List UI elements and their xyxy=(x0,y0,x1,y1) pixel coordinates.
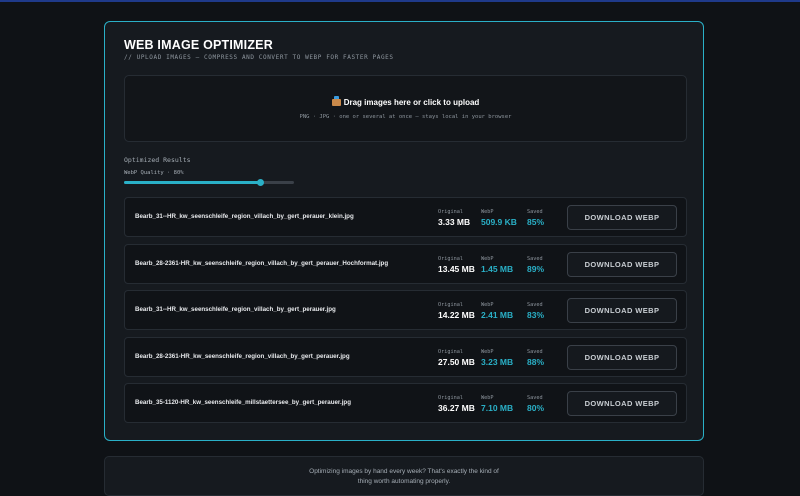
download-webp-button[interactable]: DOWNLOAD WEBP xyxy=(567,344,677,370)
footer-card: Optimizing images by hand every week? Th… xyxy=(104,456,704,496)
original-size: 3.33 MB xyxy=(438,217,471,227)
original-label: Original xyxy=(438,395,463,401)
file-name: Bearb_31--HR_kw_seenschleife_region_vill… xyxy=(135,213,354,220)
webp-size: 1.45 MB xyxy=(481,263,514,274)
original-size-stat: Original 14.22 MB xyxy=(438,302,475,320)
webp-size: 509.9 KB xyxy=(481,217,517,227)
webp-size: 7.10 MB xyxy=(481,403,514,413)
page-subtitle: // UPLOAD IMAGES — COMPRESS AND CONVERT … xyxy=(124,54,394,61)
original-label: Original xyxy=(438,255,463,262)
webp-size-stat: WebP 2.41 MB xyxy=(481,302,513,320)
result-row: Bearb_31--HR_kw_seenschleife_region_vill… xyxy=(124,197,687,237)
saved-percent: 89% xyxy=(527,263,545,274)
webp-label: WebP xyxy=(481,255,494,262)
original-size-stat: Original 27.50 MB xyxy=(438,349,475,367)
saved-label: Saved xyxy=(527,395,543,401)
download-webp-button[interactable]: DOWNLOAD WEBP xyxy=(567,251,677,277)
original-size-stat: Original 3.33 MB xyxy=(438,209,470,227)
saved-label: Saved xyxy=(527,348,543,355)
original-label: Original xyxy=(438,348,463,355)
original-size: 14.22 MB xyxy=(438,310,475,320)
original-size-stat: Original 13.45 MB xyxy=(438,256,475,274)
saved-label: Saved xyxy=(527,302,543,308)
saved-label: Saved xyxy=(527,255,543,262)
slider-thumb[interactable] xyxy=(257,179,264,186)
original-label: Original xyxy=(438,209,463,215)
results-list: Bearb_31--HR_kw_seenschleife_region_vill… xyxy=(124,197,687,430)
webp-size: 2.41 MB xyxy=(481,310,514,320)
result-row: Bearb_35-1120-HR_kw_seenschleife_millsta… xyxy=(124,383,687,423)
webp-size-stat: WebP 509.9 KB xyxy=(481,209,517,227)
file-name: Bearb_28-2361-HR_kw_seenschleife_region_… xyxy=(135,352,350,360)
footer-line-2: thing worth automating properly. xyxy=(357,478,451,485)
saved-percent: 88% xyxy=(527,356,545,367)
original-label: Original xyxy=(438,302,463,308)
quality-slider[interactable] xyxy=(124,179,294,186)
package-icon xyxy=(331,96,341,106)
quality-label: WebP Quality · 80% xyxy=(124,170,184,176)
original-size: 36.27 MB xyxy=(438,403,475,413)
saved-percent: 83% xyxy=(527,310,545,320)
saved-stat: Saved 83% xyxy=(527,302,544,320)
original-size: 13.45 MB xyxy=(438,263,475,274)
saved-percent: 85% xyxy=(527,217,545,227)
download-webp-button[interactable]: DOWNLOAD WEBP xyxy=(567,298,677,323)
saved-stat: Saved 85% xyxy=(527,209,544,227)
webp-label: WebP xyxy=(481,209,494,215)
saved-percent: 80% xyxy=(527,403,545,413)
file-name: Bearb_31--HR_kw_seenschleife_region_vill… xyxy=(135,306,336,313)
dropzone-label: Drag images here or click to upload xyxy=(343,98,480,107)
original-size-stat: Original 36.27 MB xyxy=(438,395,475,413)
results-heading: Optimized Results xyxy=(124,156,191,164)
webp-label: WebP xyxy=(481,395,494,401)
saved-stat: Saved 89% xyxy=(527,256,544,274)
result-row: Bearb_31--HR_kw_seenschleife_region_vill… xyxy=(124,290,687,330)
footer-text: Optimizing images by hand every week? Th… xyxy=(105,467,703,487)
upload-dropzone[interactable]: Drag images here or click to upload PNG … xyxy=(124,75,687,142)
saved-label: Saved xyxy=(527,209,543,215)
webp-size: 3.23 MB xyxy=(481,356,514,367)
webp-label: WebP xyxy=(481,348,494,355)
webp-size-stat: WebP 1.45 MB xyxy=(481,256,513,274)
top-accent-line xyxy=(0,0,800,2)
download-webp-button[interactable]: DOWNLOAD WEBP xyxy=(567,391,677,416)
download-webp-button[interactable]: DOWNLOAD WEBP xyxy=(567,205,677,230)
slider-fill xyxy=(124,181,260,184)
result-row: Bearb_28-2361-HR_kw_seenschleife_region_… xyxy=(124,243,687,284)
footer-line-1: Optimizing images by hand every week? Th… xyxy=(309,468,499,475)
file-name: Bearb_28-2361-HR_kw_seenschleife_region_… xyxy=(135,259,389,267)
dropzone-hint: PNG · JPG · one or several at once — sta… xyxy=(299,114,512,120)
dropzone-main-text: Drag images here or click to upload xyxy=(125,96,686,107)
result-row: Bearb_28-2361-HR_kw_seenschleife_region_… xyxy=(124,336,687,377)
saved-stat: Saved 88% xyxy=(527,349,544,367)
original-size: 27.50 MB xyxy=(438,356,475,367)
webp-size-stat: WebP 3.23 MB xyxy=(481,349,513,367)
optimizer-panel: WEB IMAGE OPTIMIZER // UPLOAD IMAGES — C… xyxy=(104,21,704,441)
page-title: WEB IMAGE OPTIMIZER xyxy=(124,38,273,52)
webp-size-stat: WebP 7.10 MB xyxy=(481,395,513,413)
saved-stat: Saved 80% xyxy=(527,395,544,413)
webp-label: WebP xyxy=(481,302,494,308)
file-name: Bearb_35-1120-HR_kw_seenschleife_millsta… xyxy=(135,399,351,406)
